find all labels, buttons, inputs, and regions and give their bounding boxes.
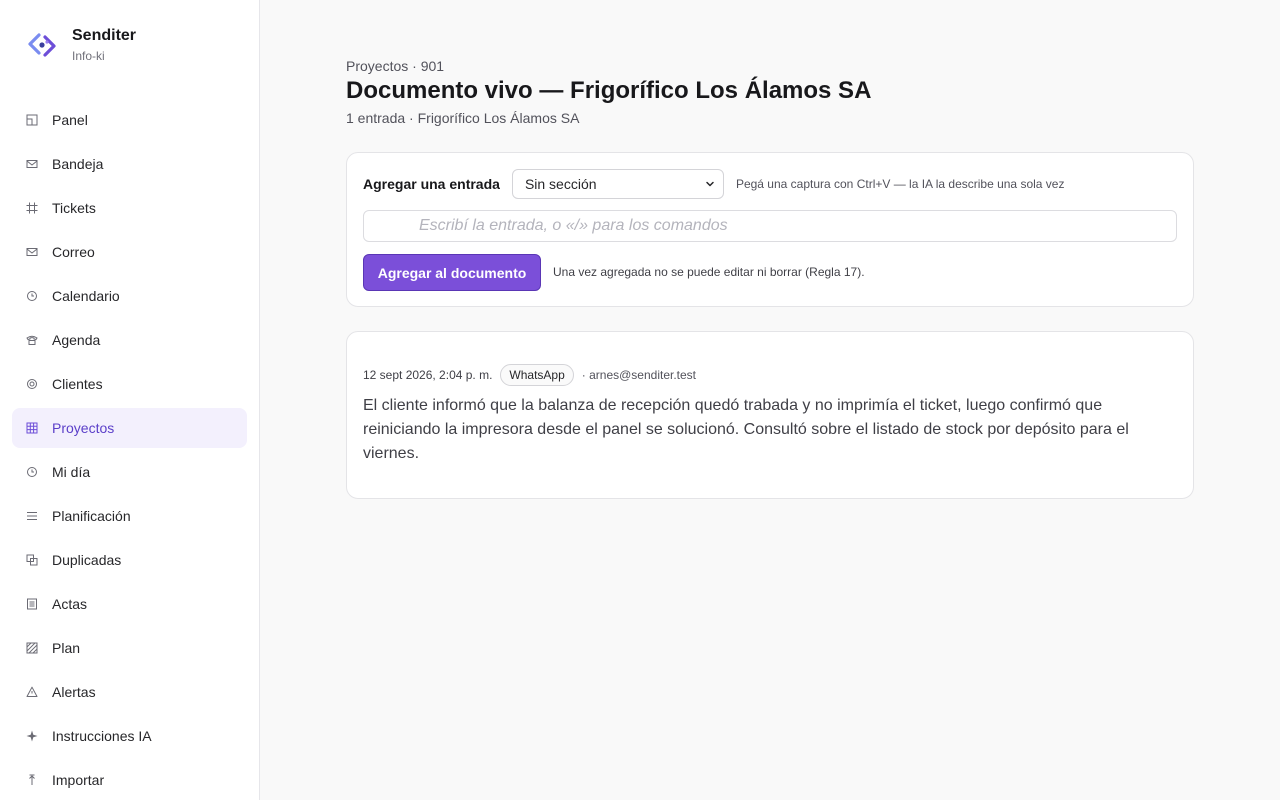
- list-icon: [26, 510, 38, 522]
- clock-icon: [26, 290, 38, 302]
- sidebar-item-label: Planificación: [52, 508, 131, 524]
- sidebar-item-label: Instrucciones IA: [52, 728, 152, 744]
- sidebar-item-label: Actas: [52, 596, 88, 612]
- breadcrumb[interactable]: Proyectos · 901: [346, 58, 444, 74]
- sidebar: Senditer Info-ki Panel Bandeja Tickets C…: [0, 0, 260, 800]
- clock-icon: [26, 466, 38, 478]
- senditer-logo-icon: [28, 33, 56, 57]
- sidebar-item-label: Duplicadas: [52, 552, 122, 568]
- grid-icon: [26, 422, 38, 434]
- entry-timestamp: 12 sept 2026, 2:04 p. m.: [363, 368, 493, 382]
- sidebar-item-label: Alertas: [52, 684, 96, 700]
- document-icon: [26, 598, 38, 610]
- sidebar-item-duplicadas[interactable]: Duplicadas: [12, 540, 247, 580]
- alert-triangle-icon: [26, 686, 38, 698]
- hatched-square-icon: [26, 642, 38, 654]
- entry-input[interactable]: Escribí la entrada, o «/» para los coman…: [363, 210, 1177, 242]
- sidebar-nav: Panel Bandeja Tickets Correo Calendario: [12, 100, 247, 800]
- page-subtitle: 1 entrada · Frigorífico Los Álamos SA: [346, 110, 580, 126]
- hash-icon: [26, 202, 38, 214]
- sparkle-icon: [26, 730, 38, 742]
- channel-badge: WhatsApp: [500, 364, 574, 386]
- sidebar-item-clientes[interactable]: Clientes: [12, 364, 247, 404]
- entry-log-card: 12 sept 2026, 2:04 p. m. WhatsApp · arne…: [346, 331, 1194, 499]
- inbox-icon: [26, 158, 38, 170]
- sidebar-item-label: Panel: [52, 112, 88, 128]
- sidebar-item-plan[interactable]: Plan: [12, 628, 247, 668]
- sidebar-item-calendario[interactable]: Calendario: [12, 276, 247, 316]
- entry-text: El cliente informó que la balanza de rec…: [363, 397, 1129, 462]
- sidebar-item-label: Calendario: [52, 288, 120, 304]
- page-title: Documento vivo — Frigorífico Los Álamos …: [346, 77, 872, 104]
- sidebar-item-label: Tickets: [52, 200, 96, 216]
- paste-hint: Pegá una captura con Ctrl+V — la IA la d…: [735, 177, 1065, 191]
- sidebar-item-label: Agenda: [52, 332, 101, 348]
- sidebar-item-proyectos[interactable]: Proyectos: [12, 408, 247, 448]
- copy-icon: [26, 554, 38, 566]
- brand[interactable]: Senditer Info-ki: [26, 27, 136, 63]
- sidebar-item-agenda[interactable]: Agenda: [12, 320, 247, 360]
- entry-meta: 12 sept 2026, 2:04 p. m. WhatsApp · arne…: [363, 364, 696, 386]
- mail-icon: [26, 246, 38, 258]
- entry-input-placeholder: Escribí la entrada, o «/» para los coman…: [419, 217, 728, 234]
- sidebar-item-instrucciones-ia[interactable]: Instrucciones IA: [12, 716, 247, 756]
- sidebar-item-label: Plan: [52, 640, 81, 656]
- phone-icon: [26, 334, 38, 346]
- section-select[interactable]: Sin sección: [511, 169, 724, 199]
- rule-note: Una vez agregada no se puede editar ni b…: [553, 265, 865, 279]
- sidebar-item-label: Clientes: [52, 376, 103, 392]
- entry-author: · arnes@senditer.test: [581, 368, 697, 382]
- sidebar-item-actas[interactable]: Actas: [12, 584, 247, 624]
- sidebar-item-importar[interactable]: Importar: [12, 760, 247, 800]
- add-to-document-button[interactable]: Agregar al documento: [363, 254, 541, 291]
- sidebar-item-mi-dia[interactable]: Mi día: [12, 452, 247, 492]
- chevron-down-icon: [705, 179, 715, 189]
- upload-icon: [26, 774, 38, 786]
- brand-name: Senditer: [72, 27, 137, 44]
- sidebar-item-label: Correo: [52, 244, 95, 260]
- brand-subtitle: Info-ki: [72, 49, 105, 63]
- sidebar-item-tickets[interactable]: Tickets: [12, 188, 247, 228]
- sidebar-item-alertas[interactable]: Alertas: [12, 672, 247, 712]
- sidebar-item-label: Bandeja: [52, 156, 104, 172]
- sidebar-item-bandeja[interactable]: Bandeja: [12, 144, 247, 184]
- section-select-value: Sin sección: [524, 176, 597, 192]
- target-icon: [26, 378, 38, 390]
- sidebar-item-correo[interactable]: Correo: [12, 232, 247, 272]
- sidebar-item-label: Importar: [52, 772, 105, 788]
- add-entry-label: Agregar una entrada: [363, 176, 500, 192]
- sidebar-item-label: Proyectos: [52, 420, 115, 436]
- sidebar-item-planificacion[interactable]: Planificación: [12, 496, 247, 536]
- add-entry-card: Agregar una entrada Sin sección Pegá una…: [346, 152, 1194, 307]
- panel-icon: [26, 114, 38, 126]
- sidebar-item-label: Mi día: [52, 464, 91, 480]
- sidebar-item-panel[interactable]: Panel: [12, 100, 247, 140]
